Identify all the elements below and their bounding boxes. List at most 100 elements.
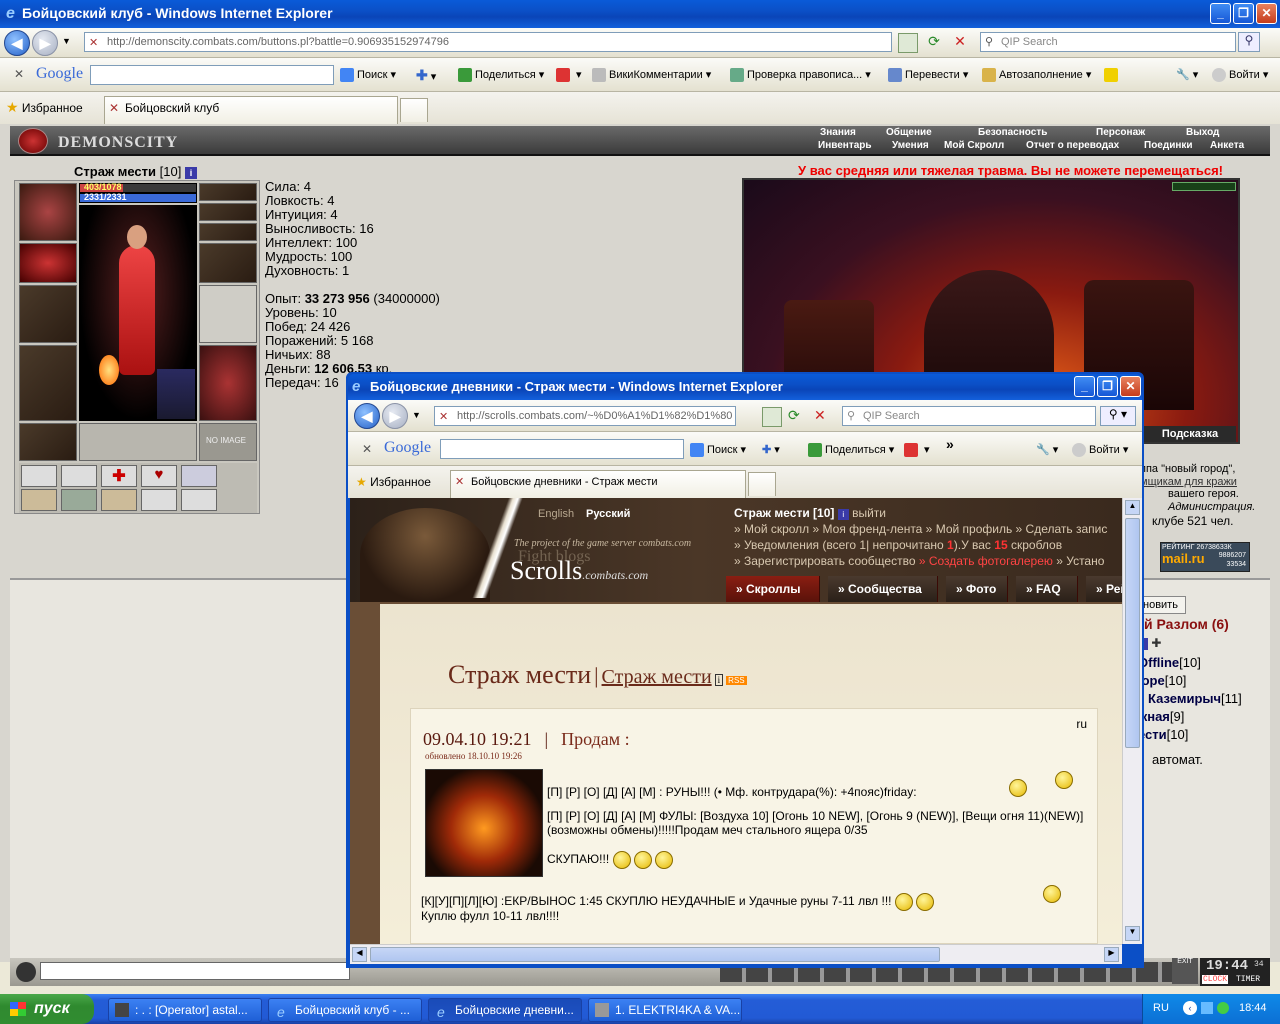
- popup-vertical-scrollbar[interactable]: ▲ ▼: [1122, 498, 1142, 944]
- popup-tab-diaries[interactable]: ✕ Бойцовские дневники - Страж мести: [450, 470, 746, 498]
- toolbar-autofill-button[interactable]: Автозаполнение ▾: [982, 67, 1091, 83]
- slot-rings-3[interactable]: [199, 223, 257, 241]
- popup-new-tab[interactable]: [748, 472, 776, 496]
- task-fight-club[interactable]: e Бойцовский клуб - ...: [268, 998, 422, 1022]
- slot-boots[interactable]: NO IMAGE: [199, 423, 257, 461]
- nav-photo[interactable]: » Фото: [946, 576, 1008, 602]
- toolbar-block-button[interactable]: ▾: [556, 67, 582, 83]
- menu-inventory[interactable]: Инвентарь: [818, 140, 872, 151]
- tab-fight-club[interactable]: ✕ Бойцовский клуб: [104, 96, 398, 124]
- chat-icon[interactable]: [16, 962, 36, 982]
- slot-gloves[interactable]: [199, 243, 257, 283]
- forward-button[interactable]: ▶: [32, 30, 58, 56]
- maximize-button[interactable]: ❐: [1233, 3, 1254, 24]
- nav-scrolls[interactable]: » Скроллы: [726, 576, 820, 602]
- new-tab-button[interactable]: [400, 98, 428, 122]
- toolbar-login-button[interactable]: Войти ▾: [1212, 67, 1268, 83]
- ability-slot-5[interactable]: [181, 465, 217, 487]
- player-row[interactable]: Offline[10]: [1138, 655, 1201, 670]
- popup-minimize-button[interactable]: _: [1074, 376, 1095, 397]
- tray-arrow-icon[interactable]: ‹: [1183, 1001, 1197, 1015]
- tray-security-icon[interactable]: [1217, 1002, 1229, 1014]
- toolbar-close-icon[interactable]: ✕: [14, 67, 24, 81]
- popup-google-input[interactable]: [440, 439, 684, 459]
- scrolls-links-1[interactable]: » Мой скролл » Моя френд-лента » Мой про…: [734, 522, 1107, 536]
- menu-exit[interactable]: Выход: [1186, 127, 1219, 138]
- popup-hscroll-thumb[interactable]: [370, 947, 940, 962]
- popup-back-button[interactable]: ◀: [354, 403, 380, 429]
- popup-toolbar-block[interactable]: ▾: [904, 442, 930, 458]
- popup-search-go[interactable]: ⚲ ▾: [1100, 406, 1136, 426]
- popup-compat-icon[interactable]: [762, 407, 782, 427]
- info-icon[interactable]: i: [184, 167, 197, 179]
- slot-armor[interactable]: [19, 345, 77, 421]
- menu-chat[interactable]: Общение: [886, 127, 932, 138]
- ability-slot-6[interactable]: [21, 489, 57, 511]
- news-line-2[interactable]: мщикам для кражи: [1140, 476, 1237, 488]
- menu-fights[interactable]: Поединки: [1144, 140, 1193, 151]
- ability-slot-3[interactable]: ✚: [101, 465, 137, 487]
- toolbar-settings-button[interactable]: 🔧 ▾: [1176, 67, 1198, 83]
- history-dropdown-icon[interactable]: ▼: [62, 36, 71, 46]
- popup-toolbar-settings[interactable]: 🔧 ▾: [1036, 442, 1058, 458]
- toolbar-wiki-button[interactable]: ВикиКомментарии ▾: [592, 67, 711, 83]
- slot-row-small-1[interactable]: [79, 423, 197, 461]
- popup-address-bar[interactable]: ✕ http://scrolls.combats.com/~%D0%A1%D1%8…: [434, 406, 736, 426]
- rating-counter[interactable]: РЕЙТИНГ 26738633К mail.ru 9886207 33534: [1160, 542, 1250, 572]
- popup-history-icon[interactable]: ▼: [412, 410, 421, 420]
- toolbar-spell-button[interactable]: Проверка правописа... ▾: [730, 67, 871, 83]
- ability-slot-4[interactable]: ♥: [141, 465, 177, 487]
- popup-toolbar-search[interactable]: Поиск ▾: [690, 442, 746, 458]
- popup-refresh-icon[interactable]: ⟳: [788, 407, 800, 424]
- slot-ring-1[interactable]: [199, 183, 257, 201]
- slot-offhand[interactable]: [199, 285, 257, 343]
- slot-weapon[interactable]: [19, 285, 77, 343]
- popup-search-input[interactable]: ⚲ QIP Search: [842, 406, 1096, 426]
- lang-russian[interactable]: Русский: [586, 508, 630, 520]
- player-row[interactable]: жная[9]: [1138, 709, 1184, 724]
- task-diaries[interactable]: e Бойцовские дневни...: [428, 998, 582, 1022]
- chat-input[interactable]: [40, 962, 350, 980]
- search-go-button[interactable]: ⚲: [1238, 32, 1260, 52]
- google-search-input[interactable]: [90, 65, 334, 85]
- slot-belt[interactable]: [19, 423, 77, 461]
- minimize-button[interactable]: _: [1210, 3, 1231, 24]
- player-row[interactable]: Каземирыч[11]: [1148, 691, 1242, 706]
- toolbar-search-button[interactable]: Поиск ▾: [340, 67, 396, 83]
- menu-skills[interactable]: Умения: [892, 140, 929, 151]
- refresh-icon[interactable]: ⟳: [924, 33, 944, 53]
- slot-helmet[interactable]: [19, 183, 77, 241]
- address-bar[interactable]: ✕ http://demonscity.combats.com/buttons.…: [84, 32, 892, 52]
- start-button[interactable]: пуск: [0, 994, 94, 1024]
- ability-slot-8[interactable]: [101, 489, 137, 511]
- toolbar-share-button[interactable]: Поделиться ▾: [458, 67, 544, 83]
- task-music[interactable]: 1. ELEKTRI4KA & VA...: [588, 998, 742, 1022]
- stop-icon[interactable]: ✕: [950, 33, 970, 53]
- popup-stop-icon[interactable]: ✕: [814, 407, 826, 424]
- popup-favorites[interactable]: ★ Избранное: [356, 474, 431, 490]
- toolbar-marker-icon[interactable]: [1104, 67, 1121, 83]
- popup-titlebar[interactable]: e Бойцовские дневники - Страж мести - Wi…: [348, 374, 1142, 400]
- back-button[interactable]: ◀: [4, 30, 30, 56]
- search-input[interactable]: ⚲ QIP Search: [980, 32, 1236, 52]
- ability-slot-1[interactable]: [21, 465, 57, 487]
- ability-slot-10[interactable]: [181, 489, 217, 511]
- player-row[interactable]: ести[10]: [1138, 727, 1188, 742]
- exit-button[interactable]: EXIT: [1172, 958, 1198, 984]
- menu-knowledge[interactable]: Знания: [820, 127, 856, 138]
- player-row[interactable]: lope[10]: [1138, 673, 1186, 688]
- popup-forward-button[interactable]: ▶: [382, 403, 408, 429]
- task-operator[interactable]: : . : [Operator] astal...: [108, 998, 262, 1022]
- slot-legs[interactable]: [199, 345, 257, 421]
- user-info-icon[interactable]: i: [837, 509, 849, 520]
- lang-english[interactable]: English: [538, 508, 574, 520]
- popup-toolbar-login[interactable]: Войти ▾: [1072, 442, 1128, 458]
- popup-horizontal-scrollbar[interactable]: ◀ ▶: [350, 944, 1122, 964]
- menu-profile[interactable]: Анкета: [1210, 140, 1244, 151]
- slot-ring-2[interactable]: [199, 203, 257, 221]
- popup-toolbar-share[interactable]: Поделиться ▾: [808, 442, 894, 458]
- rss-link[interactable]: RSS: [726, 676, 747, 685]
- refresh-button[interactable]: новить: [1138, 596, 1186, 614]
- main-window-titlebar[interactable]: e Бойцовский клуб - Windows Internet Exp…: [0, 0, 1280, 28]
- ability-slot-9[interactable]: [141, 489, 177, 511]
